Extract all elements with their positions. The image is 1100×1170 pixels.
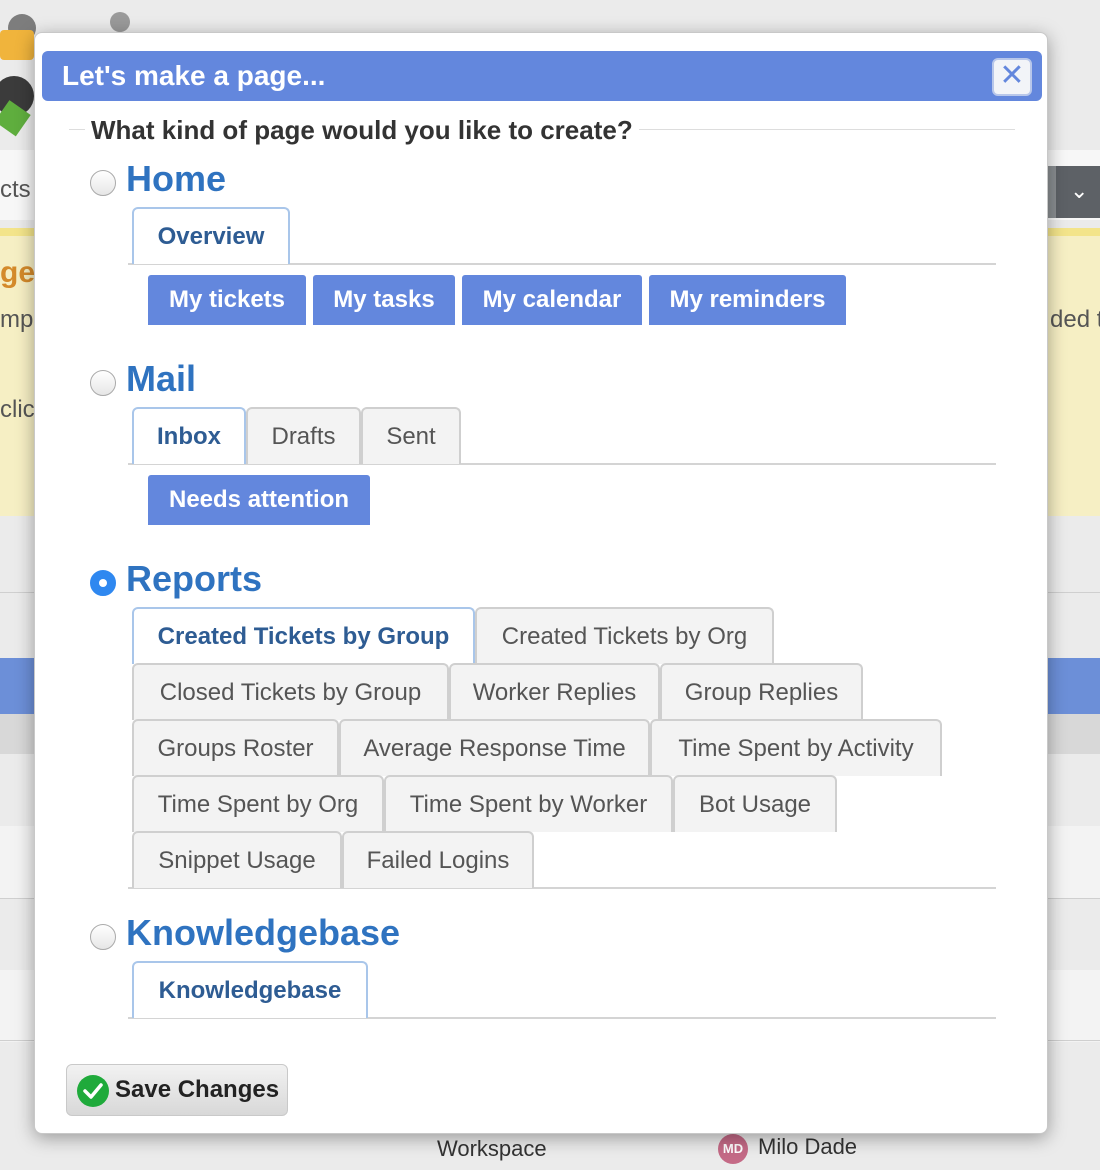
tab-worker-replies[interactable]: Worker Replies	[449, 663, 660, 720]
chevron-down-icon: ⌄	[1070, 178, 1089, 203]
close-button[interactable]: ✕	[992, 58, 1032, 96]
bg-heading-fragment: ge	[0, 256, 36, 289]
tab-created-tickets-by-org[interactable]: Created Tickets by Org	[475, 607, 774, 664]
bg-text-fragment: ded t	[1050, 306, 1100, 333]
section-label-knowledgebase[interactable]: Knowledgebase	[126, 913, 400, 953]
section-label-reports[interactable]: Reports	[126, 559, 262, 599]
bg-text-fragment: mpl	[0, 306, 39, 333]
button-needs-attention[interactable]: Needs attention	[148, 475, 370, 525]
check-circle-icon	[77, 1075, 109, 1107]
dialog-titlebar[interactable]: Let's make a page... ✕	[42, 51, 1042, 101]
radio-knowledgebase[interactable]	[90, 924, 116, 950]
close-icon: ✕	[999, 59, 1025, 92]
dialog-title: Let's make a page...	[62, 60, 326, 91]
tab-failed-logins[interactable]: Failed Logins	[342, 831, 534, 888]
bg-text-fragment: cts	[0, 176, 31, 203]
button-my-calendar[interactable]: My calendar	[462, 275, 642, 325]
tab-time-spent-by-org[interactable]: Time Spent by Org	[132, 775, 384, 832]
save-changes-button[interactable]: Save Changes	[66, 1064, 288, 1116]
tab-created-tickets-by-group[interactable]: Created Tickets by Group	[132, 607, 475, 664]
radio-home[interactable]	[90, 170, 116, 196]
tab-group-replies[interactable]: Group Replies	[660, 663, 863, 720]
tab-overview[interactable]: Overview	[132, 207, 290, 264]
create-page-dialog: Let's make a page... ✕ What kind of page…	[34, 32, 1048, 1134]
save-changes-label: Save Changes	[115, 1076, 280, 1103]
tab-bot-usage[interactable]: Bot Usage	[673, 775, 837, 832]
section-label-mail[interactable]: Mail	[126, 359, 196, 399]
tab-closed-tickets-by-group[interactable]: Closed Tickets by Group	[132, 663, 449, 720]
avatar: MD	[718, 1134, 748, 1164]
tab-knowledgebase[interactable]: Knowledgebase	[132, 961, 368, 1018]
tab-groups-roster[interactable]: Groups Roster	[132, 719, 339, 776]
button-my-reminders[interactable]: My reminders	[649, 275, 846, 325]
user-name-link[interactable]: Milo Dade	[758, 1134, 857, 1160]
section-label-home[interactable]: Home	[126, 159, 226, 199]
bg-text-fragment: clic	[0, 396, 35, 423]
tab-average-response-time[interactable]: Average Response Time	[339, 719, 650, 776]
tab-snippet-usage[interactable]: Snippet Usage	[132, 831, 342, 888]
tab-sent[interactable]: Sent	[361, 407, 461, 464]
radio-mail[interactable]	[90, 370, 116, 396]
tab-inbox[interactable]: Inbox	[132, 407, 246, 464]
radio-reports[interactable]	[90, 570, 116, 596]
tab-time-spent-by-activity[interactable]: Time Spent by Activity	[650, 719, 942, 776]
workspace-link[interactable]: Workspace	[437, 1136, 547, 1162]
button-my-tickets[interactable]: My tickets	[148, 275, 306, 325]
button-my-tasks[interactable]: My tasks	[313, 275, 455, 325]
tab-drafts[interactable]: Drafts	[246, 407, 361, 464]
page-type-question: What kind of page would you like to crea…	[85, 115, 639, 145]
dropdown-toggle[interactable]: ⌄	[1056, 166, 1100, 218]
tab-time-spent-by-worker[interactable]: Time Spent by Worker	[384, 775, 673, 832]
